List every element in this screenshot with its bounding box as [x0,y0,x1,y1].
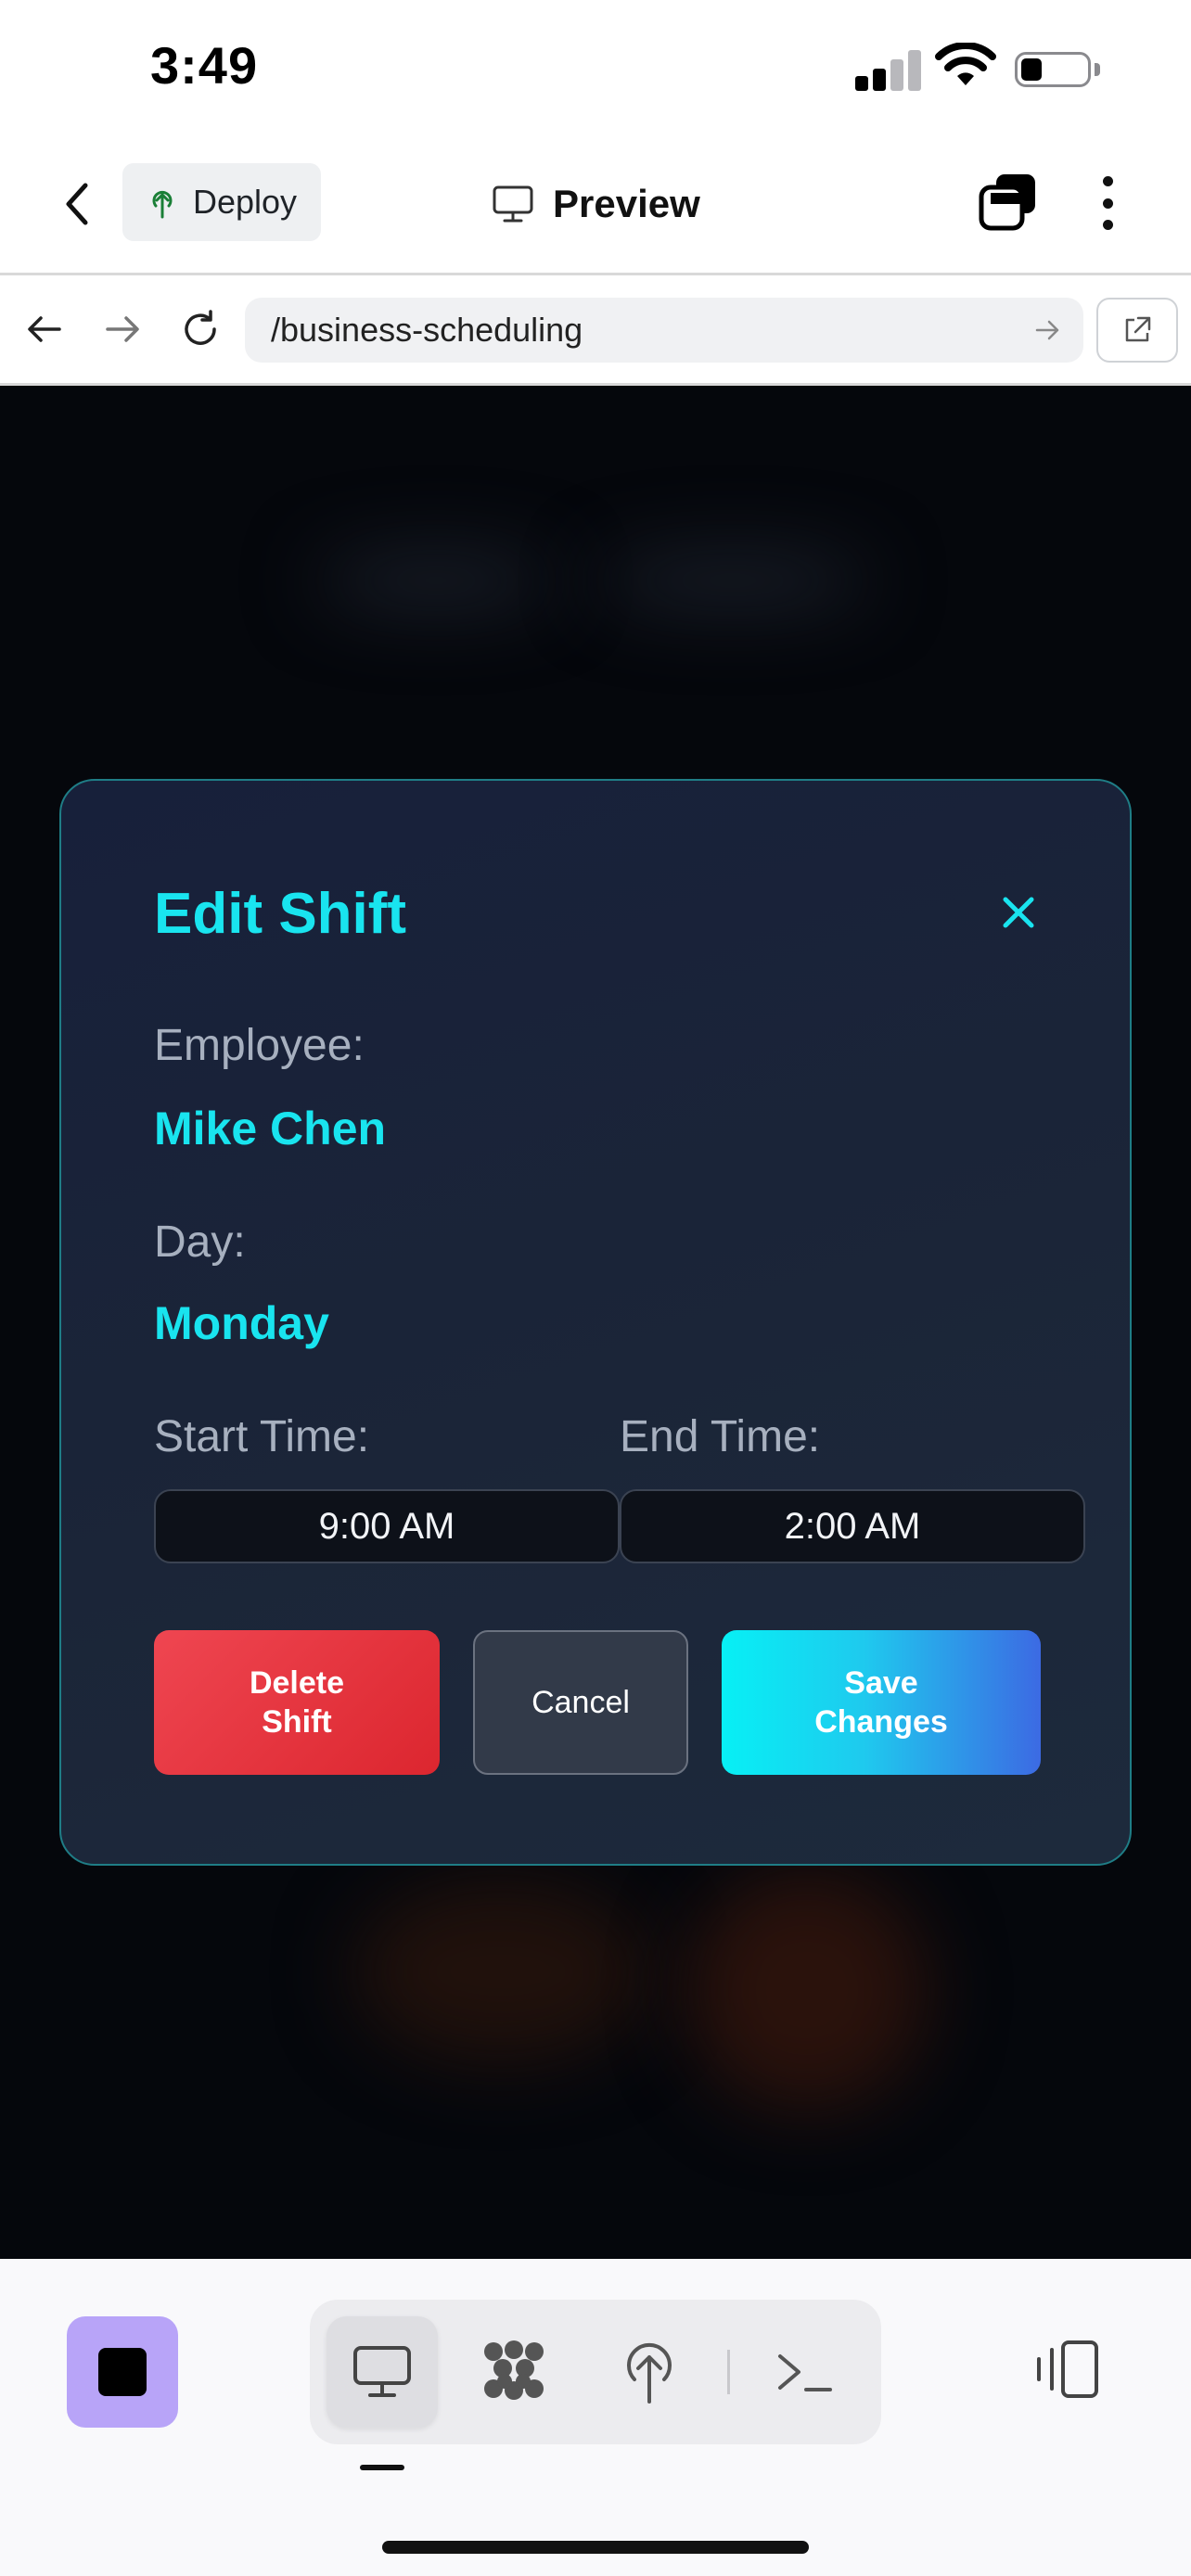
back-button[interactable] [56,174,98,234]
external-link-icon [1125,316,1151,342]
delete-shift-button[interactable]: Delete Shift [154,1630,440,1775]
preview-title: Preview [492,176,700,232]
device-panel-icon[interactable] [1031,2337,1102,2402]
wifi-icon [935,43,996,85]
close-icon [1003,897,1034,928]
cancel-button[interactable]: Cancel [473,1630,688,1775]
home-indicator [382,2541,809,2554]
cancel-label: Cancel [531,1685,630,1720]
status-bar: 3:49 [0,0,1191,139]
active-tab-indicator [360,2465,404,2470]
chevron-left-icon [66,183,88,225]
end-time-label: End Time: [620,1412,821,1461]
preview-viewport: Edit Shift Employee: Mike Chen Day: Mond… [0,386,1191,2259]
deploy-button[interactable]: Deploy [122,163,321,241]
delete-shift-label: Delete Shift [249,1665,345,1740]
bottom-toolbar [0,2259,1191,2576]
arrow-right-icon [106,316,139,342]
url-text: /business-scheduling [271,311,583,349]
reload-icon [185,310,216,345]
modal-title: Edit Shift [154,882,407,946]
app-header: Deploy Preview [0,139,1191,273]
start-time-input[interactable]: 9:00 AM [154,1489,620,1563]
edit-shift-modal: Edit Shift Employee: Mike Chen Day: Mond… [59,779,1132,1866]
stop-button[interactable] [67,2316,178,2428]
end-time-input[interactable]: 2:00 AM [620,1489,1085,1563]
close-button[interactable] [994,888,1043,937]
browser-bar: /business-scheduling [0,273,1191,386]
view-switcher [310,2300,881,2444]
monitor-icon [353,2346,411,2397]
preview-label: Preview [553,182,700,225]
preview-view-button[interactable] [327,2316,438,2428]
deploy-label: Deploy [193,183,298,221]
monitor-icon [493,185,533,223]
toolbar-divider [727,2350,730,2394]
day-label: Day: [154,1218,246,1267]
save-changes-label: Save Changes [814,1665,948,1740]
employee-value: Mike Chen [154,1103,387,1154]
cellular-signal-icon [855,48,922,91]
more-options-button[interactable] [1091,172,1124,234]
terminal-view-button[interactable] [749,2316,861,2428]
day-value: Monday [154,1297,329,1349]
start-time-label: Start Time: [154,1412,370,1461]
status-time: 3:49 [150,36,259,95]
browser-forward-button[interactable] [96,303,148,355]
stacked-squares-icon[interactable] [978,171,1039,234]
employee-label: Employee: [154,1021,365,1070]
stop-square-icon [98,2348,147,2396]
open-external-button[interactable] [1096,298,1178,363]
battery-icon [1015,52,1091,87]
assets-view-button[interactable] [458,2316,570,2428]
dots-cluster-icon [484,2340,544,2400]
browser-back-button[interactable] [19,303,70,355]
reload-button[interactable] [174,303,226,355]
save-changes-button[interactable]: Save Changes [722,1630,1041,1775]
url-input[interactable]: /business-scheduling [245,298,1083,363]
arrow-left-icon [28,316,61,342]
deploy-view-button[interactable] [594,2316,705,2428]
tree-upload-icon [627,2342,672,2404]
arrow-right-icon[interactable] [1031,314,1063,346]
terminal-icon [778,2354,832,2391]
tree-upload-icon [152,190,173,219]
